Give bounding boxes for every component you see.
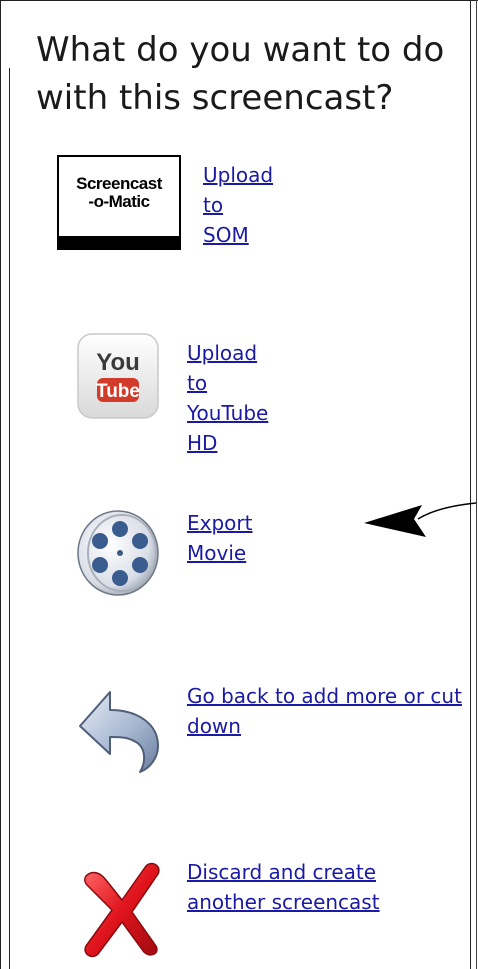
youtube-icon[interactable]: You Tube [74, 330, 162, 422]
red-x-icon[interactable] [76, 858, 166, 958]
frame-top-border [0, 0, 478, 1]
go-back-link[interactable]: Go back to add more or cut down [187, 681, 467, 741]
youtube-you-text: You [96, 349, 140, 376]
som-logo-bar [59, 236, 179, 248]
upload-som-link[interactable]: Upload to SOM [203, 160, 273, 250]
dialog-title: What do you want to do with this screenc… [36, 30, 445, 118]
screencast-o-matic-logo-icon[interactable]: Screencast -o-Matic [57, 155, 181, 250]
frame-left-border [0, 0, 1, 969]
frame-inner-left-border [9, 68, 10, 969]
som-logo-text: Screencast -o-Matic [76, 174, 162, 211]
frame-right-border [470, 0, 471, 969]
upload-youtube-link[interactable]: Upload to YouTube HD [187, 338, 268, 458]
youtube-tube-text: Tube [96, 381, 140, 402]
frame-outer-right-border [476, 0, 477, 969]
annotation-arrow [364, 502, 477, 537]
export-movie-link[interactable]: Export Movie [187, 508, 252, 568]
film-reel-icon[interactable] [74, 507, 164, 599]
back-arrow-icon[interactable] [74, 682, 166, 774]
discard-link[interactable]: Discard and create another screencast [187, 857, 447, 917]
